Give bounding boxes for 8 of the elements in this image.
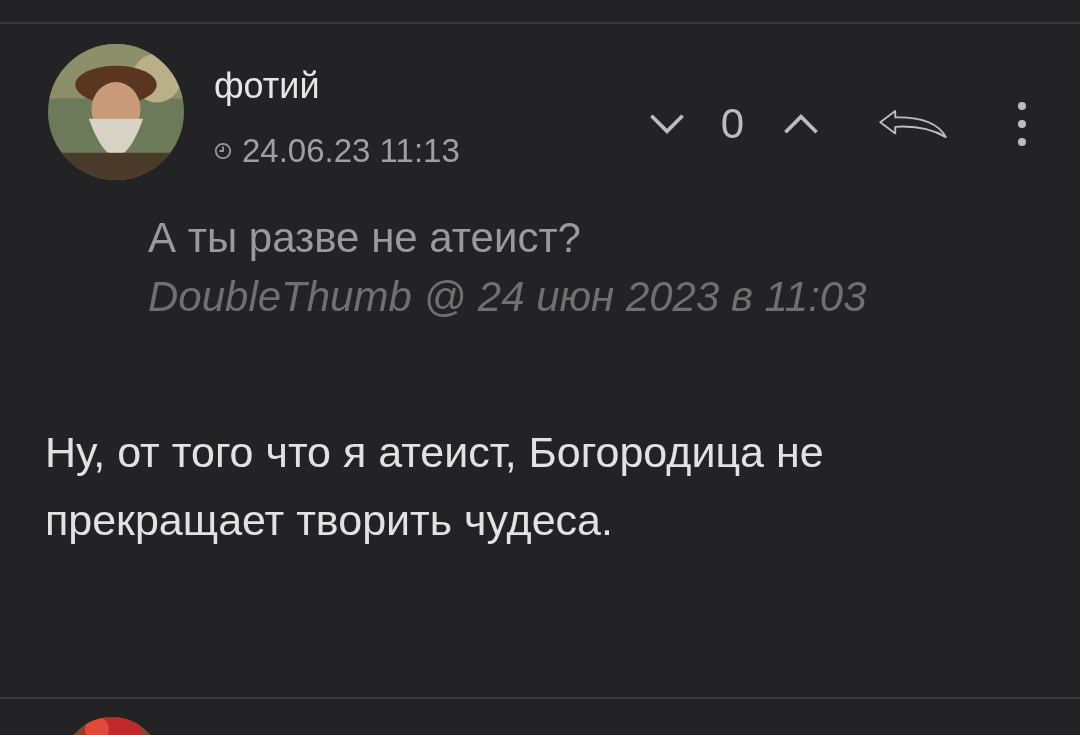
comment-body: Ну, от того что я атеист, Богородица не прекращает творить чудеса. [45, 427, 825, 546]
quote-attribution: DoubleThumb @ 24 июн 2023 в 11:03 [148, 272, 868, 322]
vote-count: 0 [720, 99, 744, 149]
author-name[interactable]: фотий [214, 64, 460, 108]
clock-icon [214, 141, 232, 160]
quote-text: А ты разве не атеист? [148, 213, 582, 263]
comment-date: 24.06.23 11:13 [242, 131, 460, 171]
more-icon [1017, 100, 1027, 147]
